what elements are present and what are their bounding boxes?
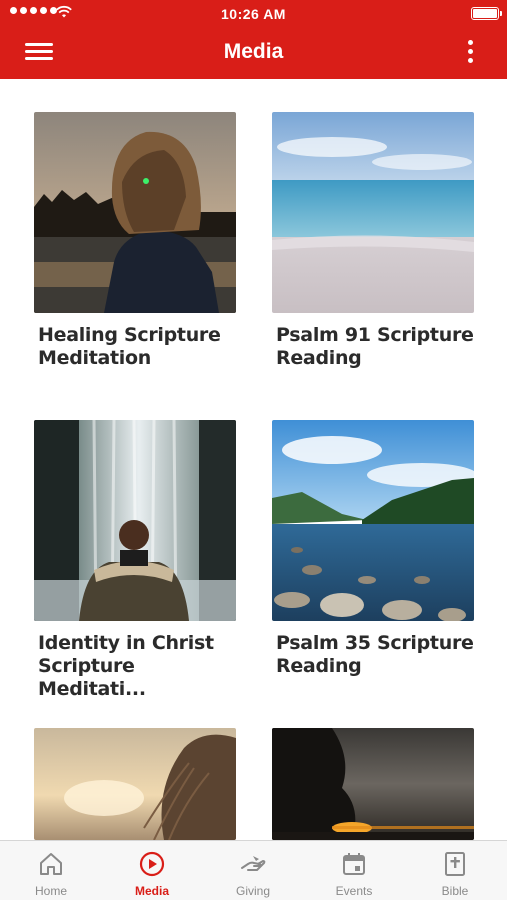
tab-label: Giving xyxy=(235,884,270,898)
bottom-tab-bar: Home Media Giving Events Bible xyxy=(0,840,507,900)
tab-label: Events xyxy=(335,884,373,898)
media-title: Healing Scripture Meditation xyxy=(38,324,221,369)
tab-label: Media xyxy=(134,884,169,898)
more-options-icon[interactable] xyxy=(467,38,475,66)
media-thumbnail[interactable] xyxy=(272,728,474,840)
media-title: Psalm 35 Scripture Reading xyxy=(276,632,474,677)
media-thumbnail[interactable] xyxy=(34,112,236,313)
calendar-icon xyxy=(343,853,365,875)
status-time: 10:26 AM xyxy=(221,6,286,22)
media-thumbnail[interactable] xyxy=(272,112,474,313)
media-thumbnail[interactable] xyxy=(272,420,474,621)
nav-bar: Media xyxy=(0,28,507,79)
page-title: Media xyxy=(223,40,284,63)
tab-bible[interactable]: Bible xyxy=(405,841,505,900)
battery-icon xyxy=(471,7,502,20)
tab-events[interactable]: Events xyxy=(304,841,404,900)
play-circle-icon xyxy=(139,851,165,877)
bible-icon xyxy=(445,852,465,876)
tab-media[interactable]: Media xyxy=(102,841,202,900)
media-thumbnail[interactable] xyxy=(34,420,236,621)
home-icon xyxy=(40,853,62,875)
media-thumbnail[interactable] xyxy=(34,728,236,840)
app-header: 10:26 AM Media xyxy=(0,0,507,79)
tab-label: Bible xyxy=(441,884,469,898)
tab-home[interactable]: Home xyxy=(1,841,101,900)
status-bar: 10:26 AM xyxy=(0,0,507,28)
media-title: Psalm 91 Scripture Reading xyxy=(276,324,474,369)
media-title: Identity in Christ Scripture Meditati... xyxy=(38,632,214,700)
tab-giving[interactable]: Giving xyxy=(203,841,303,900)
giving-hand-icon xyxy=(241,856,266,871)
tab-label: Home xyxy=(34,884,67,898)
